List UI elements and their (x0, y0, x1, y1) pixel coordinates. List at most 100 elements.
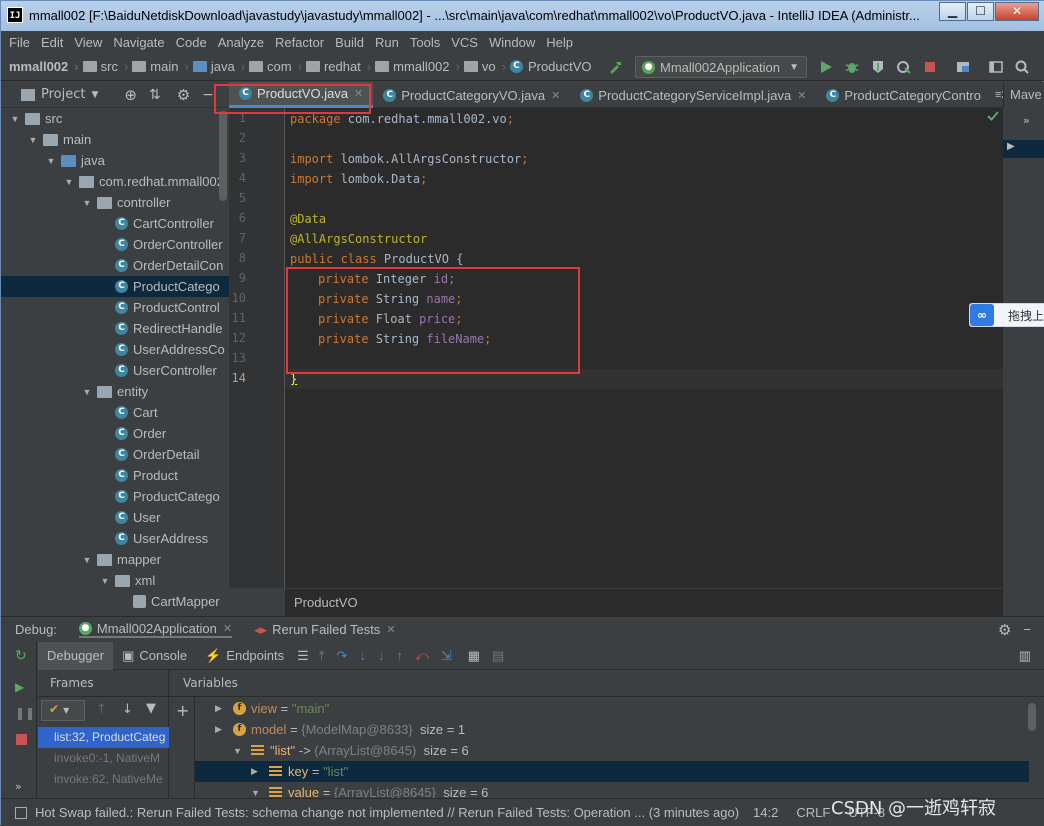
drop-frame-icon[interactable]: ⤺ (415, 648, 429, 664)
close-button[interactable]: ✕ (995, 2, 1039, 21)
tree-item[interactable]: ▼ java (1, 150, 229, 171)
toggle-tool-windows-icon[interactable] (15, 806, 27, 819)
tree-item[interactable]: ▼ com.redhat.mmall002 (1, 171, 229, 192)
tree-item[interactable]: C Cart (1, 402, 229, 423)
tree-item[interactable]: C Order (1, 423, 229, 444)
pause-icon[interactable]: ❚❚ (15, 706, 35, 720)
layout-icon[interactable] (988, 59, 1004, 75)
tree-item[interactable]: C Product (1, 465, 229, 486)
menu-code[interactable]: Code (176, 35, 207, 50)
tree-item[interactable]: C OrderController (1, 234, 229, 255)
chevron-down-icon[interactable]: ▼ (251, 788, 265, 798)
expand-icon[interactable]: » (15, 780, 22, 793)
run-to-cursor-icon[interactable]: ⇲ (441, 648, 452, 664)
tree-item[interactable]: C UserAddress (1, 528, 229, 549)
cursor-position[interactable]: 14:2 (753, 805, 778, 820)
tab-productcategoryvo-java[interactable]: C ProductCategoryVO.java ✕ (373, 82, 570, 108)
tab-productcategoryserviceimpl-java[interactable]: C ProductCategoryServiceImpl.java ✕ (570, 82, 816, 108)
breadcrumb-com[interactable]: com › (249, 59, 302, 74)
tree-item[interactable]: ▼ xml (1, 570, 229, 591)
breadcrumb-src[interactable]: src › (82, 59, 128, 74)
evaluate-expression-icon[interactable]: ▦ (468, 648, 480, 664)
hide-panel-icon[interactable]: − (1023, 622, 1031, 637)
profile-icon[interactable] (896, 59, 912, 75)
stop-icon[interactable] (922, 59, 938, 75)
editor-breadcrumb[interactable]: ProductVO (285, 588, 1003, 616)
stack-frame[interactable]: invoke:62, NativeMe (38, 769, 169, 790)
chevron-right-icon[interactable]: ▶ (215, 703, 229, 714)
variable-row[interactable]: ▶ f view = "main" (195, 698, 1029, 719)
variable-row[interactable]: ▶ key = "list" (195, 761, 1029, 782)
tree-item[interactable]: C OrderDetail (1, 444, 229, 465)
menu-analyze[interactable]: Analyze (218, 35, 264, 50)
resume-icon[interactable]: ▶ (15, 680, 24, 694)
run-configuration-select[interactable]: ● Mmall002Application ▼ (635, 56, 807, 78)
chevron-down-icon[interactable]: ▼ (81, 555, 93, 565)
breadcrumb-project[interactable]: mmall002 › (9, 59, 79, 74)
maven-panel-header[interactable]: Mave (1003, 82, 1044, 108)
tree-item[interactable]: C ProductCatego (1, 486, 229, 507)
tree-item[interactable]: C UserController (1, 360, 229, 381)
stack-frame[interactable]: list:32, ProductCateg (38, 727, 169, 748)
arrow-up-icon[interactable]: ↑ (96, 702, 107, 717)
variable-row[interactable]: ▶ f model = {ModelMap@8633} size = 1 (195, 719, 1029, 740)
line-separator[interactable]: CRLF (796, 805, 830, 820)
menu-run[interactable]: Run (375, 35, 399, 50)
tree-item[interactable]: C RedirectHandle (1, 318, 229, 339)
chevron-down-icon[interactable]: ▼ (99, 576, 111, 586)
chevron-right-icon[interactable]: ▶ (251, 766, 265, 777)
maximize-button[interactable]: ☐ (967, 2, 994, 21)
chevron-down-icon[interactable]: ▼ (9, 114, 21, 124)
console-tab[interactable]: ▣ Console (113, 642, 196, 670)
gear-icon[interactable]: ⚙ (177, 86, 190, 104)
expand-icon[interactable]: » (1023, 114, 1030, 127)
layout-settings-icon[interactable]: ▥ (1019, 648, 1031, 664)
tree-item[interactable]: C OrderDetailCon (1, 255, 229, 276)
run-icon[interactable] (818, 59, 834, 75)
project-structure-icon[interactable] (955, 59, 971, 75)
tab-productcategorycontroller[interactable]: C ProductCategoryContro (816, 82, 991, 108)
close-tab-icon[interactable]: ✕ (223, 622, 232, 635)
baidu-upload-widget[interactable]: ∞ 拖拽上 (969, 303, 1044, 327)
filter-icon[interactable]: ▼ (146, 701, 156, 716)
chevron-down-icon[interactable]: ▼ (233, 746, 247, 756)
menu-icon[interactable]: ☰ (297, 648, 309, 664)
chevron-down-icon[interactable]: ▼ (45, 156, 57, 166)
tree-item[interactable]: ▼ main (1, 129, 229, 150)
trace-icon[interactable]: ▤ (492, 648, 504, 664)
chevron-down-icon[interactable]: ▼ (81, 387, 93, 397)
arrow-down-icon[interactable]: ↓ (122, 702, 133, 717)
tree-item[interactable]: C ProductControl (1, 297, 229, 318)
menu-navigate[interactable]: Navigate (113, 35, 164, 50)
debug-tab-app[interactable]: ● Mmall002Application ✕ (78, 621, 233, 638)
step-into-icon[interactable]: ↓ (359, 648, 366, 663)
menu-file[interactable]: File (9, 35, 30, 50)
tree-item[interactable]: C CartController (1, 213, 229, 234)
step-out-icon[interactable]: ↑ (396, 648, 403, 663)
hide-panel-icon[interactable]: − (202, 87, 214, 103)
variable-row[interactable]: ▼ "list" -> (ArrayList@8645) size = 6 (195, 740, 1029, 761)
chevron-right-icon[interactable]: ▶ (215, 724, 229, 735)
tree-item[interactable]: C User (1, 507, 229, 528)
locate-target-icon[interactable]: ⊕ (124, 86, 137, 104)
menu-window[interactable]: Window (489, 35, 535, 50)
breadcrumb-redhat[interactable]: redhat › (305, 59, 371, 74)
tree-item[interactable]: C ProductCatego (1, 276, 229, 297)
search-icon[interactable] (1014, 59, 1030, 75)
stop-icon[interactable] (16, 734, 27, 745)
endpoints-tab[interactable]: ⚡ Endpoints (196, 642, 293, 670)
menu-help[interactable]: Help (546, 35, 573, 50)
variables-scrollbar[interactable] (1028, 703, 1036, 731)
close-tab-icon[interactable]: ✕ (797, 89, 806, 102)
chevron-right-icon[interactable]: ▶ (1007, 141, 1015, 152)
tree-item[interactable]: ▼ src (1, 108, 229, 129)
rerun-debug-icon[interactable]: ↻ (15, 648, 27, 664)
step-over-icon[interactable]: ↷ (337, 648, 348, 664)
build-hammer-icon[interactable] (607, 59, 623, 75)
coverage-icon[interactable] (870, 59, 886, 75)
force-step-into-icon[interactable]: ↓ (378, 648, 385, 663)
menu-build[interactable]: Build (335, 35, 364, 50)
collapse-all-icon[interactable]: ⇅ (149, 87, 161, 103)
chevron-down-icon[interactable]: ▼ (81, 198, 93, 208)
menu-vcs[interactable]: VCS (451, 35, 478, 50)
